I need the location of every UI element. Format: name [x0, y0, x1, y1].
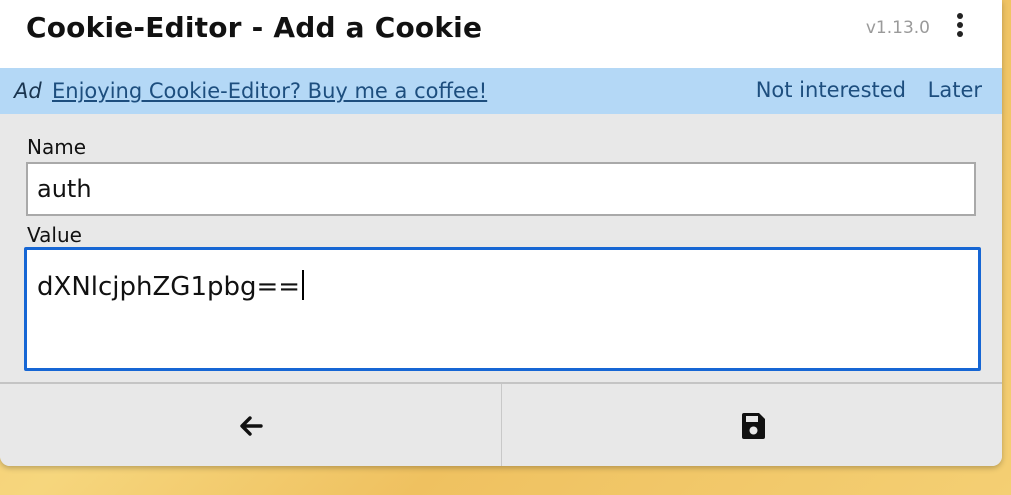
name-label: Name [27, 135, 87, 159]
value-text: dXNlcjphZG1pbg== [37, 272, 301, 302]
more-vertical-icon [957, 13, 963, 19]
save-button[interactable] [502, 384, 1002, 466]
later-button[interactable]: Later [928, 78, 982, 102]
more-vertical-icon [957, 22, 963, 28]
more-vertical-icon [957, 31, 963, 37]
cookie-editor-popup: Cookie-Editor - Add a Cookie v1.13.0 Ad … [0, 0, 1002, 466]
floppy-disk-icon [742, 413, 765, 439]
ad-banner: Ad Enjoying Cookie-Editor? Buy me a coff… [0, 68, 1002, 114]
back-button[interactable] [0, 384, 500, 466]
ad-tag: Ad [14, 79, 42, 103]
more-options-button[interactable] [950, 12, 972, 44]
value-label: Value [27, 223, 82, 247]
page-title: Cookie-Editor - Add a Cookie [26, 11, 483, 44]
text-caret [302, 270, 305, 300]
name-input-value: auth [37, 175, 92, 203]
name-input[interactable]: auth [26, 162, 976, 216]
buy-me-a-coffee-link[interactable]: Enjoying Cookie-Editor? Buy me a coffee! [52, 79, 487, 103]
arrow-left-icon [240, 416, 263, 436]
value-textarea-content: dXNlcjphZG1pbg== [37, 270, 305, 302]
value-textarea[interactable]: dXNlcjphZG1pbg== [24, 247, 981, 371]
bottom-toolbar [0, 382, 1002, 466]
version-label: v1.13.0 [865, 18, 930, 38]
header: Cookie-Editor - Add a Cookie v1.13.0 [0, 0, 1002, 68]
not-interested-button[interactable]: Not interested [756, 78, 906, 102]
